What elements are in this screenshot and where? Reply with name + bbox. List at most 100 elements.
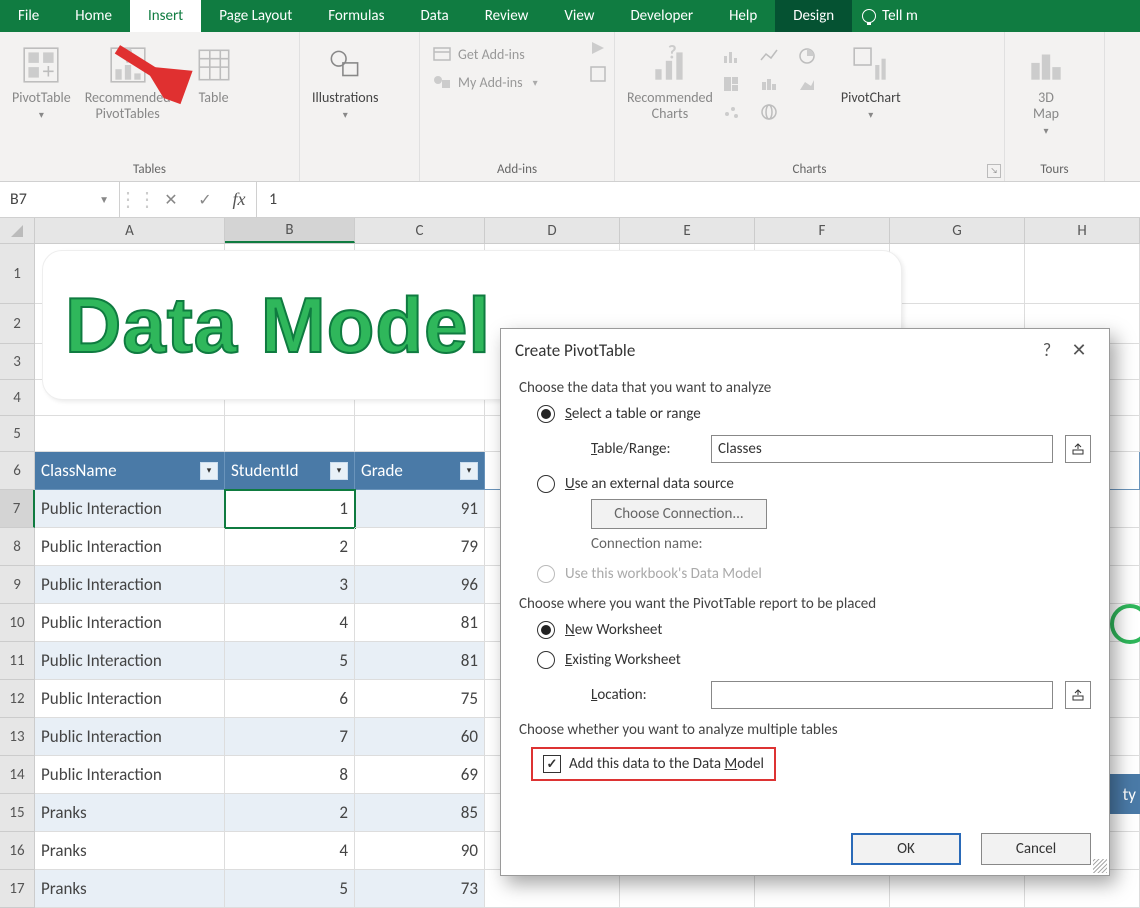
row-header[interactable]: 14 bbox=[0, 756, 35, 794]
cell[interactable]: 2 bbox=[225, 794, 355, 832]
cell[interactable]: 96 bbox=[355, 566, 485, 604]
help-button[interactable]: ? bbox=[1031, 339, 1063, 361]
cell[interactable] bbox=[1025, 244, 1140, 304]
bing-maps-icon[interactable] bbox=[588, 38, 608, 58]
enter-formula-button[interactable]: ✓ bbox=[188, 182, 222, 217]
cell[interactable]: 73 bbox=[355, 870, 485, 908]
tab-view[interactable]: View bbox=[546, 0, 612, 32]
cell[interactable]: 4 bbox=[225, 832, 355, 870]
table-header[interactable]: StudentId bbox=[225, 452, 355, 490]
row-header[interactable]: 16 bbox=[0, 832, 35, 870]
row-header[interactable]: 13 bbox=[0, 718, 35, 756]
scatter-chart-icon[interactable] bbox=[721, 102, 741, 122]
cancel-button[interactable]: Cancel bbox=[981, 833, 1091, 865]
resize-grip-icon[interactable] bbox=[1093, 859, 1107, 873]
tab-review[interactable]: Review bbox=[467, 0, 547, 32]
row-header[interactable]: 6 bbox=[0, 452, 35, 490]
cell[interactable]: 5 bbox=[225, 642, 355, 680]
close-button[interactable]: ✕ bbox=[1063, 339, 1095, 361]
illustrations-button[interactable]: Illustrations ▾ bbox=[306, 40, 385, 125]
cell[interactable]: Public Interaction bbox=[35, 718, 225, 756]
tab-home[interactable]: Home bbox=[57, 0, 130, 32]
filter-button[interactable] bbox=[460, 462, 478, 480]
cell[interactable]: 4 bbox=[225, 604, 355, 642]
col-header-c[interactable]: C bbox=[355, 218, 485, 243]
cell[interactable]: Pranks bbox=[35, 832, 225, 870]
cell[interactable]: 91 bbox=[355, 490, 485, 528]
cell[interactable]: 6 bbox=[225, 680, 355, 718]
my-addins-button[interactable]: My Add-ins ▾ bbox=[426, 68, 544, 96]
cell[interactable]: 75 bbox=[355, 680, 485, 718]
formula-input[interactable]: 1 bbox=[257, 190, 1140, 209]
cell[interactable]: 5 bbox=[225, 870, 355, 908]
insert-function-button[interactable]: fx bbox=[222, 182, 256, 217]
people-graph-icon[interactable] bbox=[588, 64, 608, 84]
row-header[interactable]: 4 bbox=[0, 380, 35, 416]
cell[interactable] bbox=[35, 416, 225, 452]
row-header[interactable]: 17 bbox=[0, 870, 35, 908]
location-input[interactable] bbox=[711, 681, 1053, 709]
row-header[interactable]: 2 bbox=[0, 304, 35, 344]
get-addins-button[interactable]: Get Add-ins bbox=[426, 40, 531, 68]
pivotchart-button[interactable]: PivotChart ▾ bbox=[835, 40, 907, 125]
row-header[interactable]: 12 bbox=[0, 680, 35, 718]
cell[interactable]: 60 bbox=[355, 718, 485, 756]
tab-help[interactable]: Help bbox=[711, 0, 775, 32]
col-header-e[interactable]: E bbox=[620, 218, 755, 243]
cell[interactable] bbox=[225, 416, 355, 452]
tab-insert[interactable]: Insert bbox=[130, 0, 201, 32]
function-gripper[interactable]: ⋮⋮ bbox=[120, 182, 154, 217]
collapse-dialog-button[interactable] bbox=[1065, 681, 1091, 709]
col-header-f[interactable]: F bbox=[755, 218, 890, 243]
cell[interactable]: Public Interaction bbox=[35, 604, 225, 642]
cell[interactable]: 69 bbox=[355, 756, 485, 794]
stats-chart-icon[interactable] bbox=[759, 74, 779, 94]
cell[interactable]: 90 bbox=[355, 832, 485, 870]
pivottable-button[interactable]: PivotTable ▾ bbox=[6, 40, 77, 125]
cell[interactable]: Pranks bbox=[35, 870, 225, 908]
tab-file[interactable]: File bbox=[0, 0, 57, 32]
row-header[interactable]: 5 bbox=[0, 416, 35, 452]
cancel-formula-button[interactable]: ✕ bbox=[154, 182, 188, 217]
row-header[interactable]: 7 bbox=[0, 490, 35, 528]
cell[interactable]: 7 bbox=[225, 718, 355, 756]
row-header[interactable]: 11 bbox=[0, 642, 35, 680]
charts-dialog-launcher[interactable]: ↘ bbox=[987, 164, 1001, 178]
external-source-radio[interactable]: Use an external data source bbox=[519, 469, 1091, 499]
filter-button[interactable] bbox=[330, 462, 348, 480]
tab-formulas[interactable]: Formulas bbox=[310, 0, 402, 32]
tab-developer[interactable]: Developer bbox=[612, 0, 711, 32]
tab-design[interactable]: Design bbox=[775, 0, 852, 32]
select-all-corner[interactable] bbox=[0, 218, 35, 243]
name-box[interactable]: B7 ▼ bbox=[0, 182, 120, 217]
new-worksheet-radio[interactable]: New Worksheet bbox=[519, 615, 1091, 645]
row-header[interactable]: 10 bbox=[0, 604, 35, 642]
cell[interactable]: Public Interaction bbox=[35, 490, 225, 528]
cell[interactable]: Public Interaction bbox=[35, 566, 225, 604]
tab-page-layout[interactable]: Page Layout bbox=[201, 0, 310, 32]
cell[interactable]: Public Interaction bbox=[35, 528, 225, 566]
3d-map-button[interactable]: 3D Map ▾ bbox=[1011, 40, 1081, 141]
cell[interactable]: 81 bbox=[355, 642, 485, 680]
cell[interactable] bbox=[890, 244, 1025, 304]
tab-data[interactable]: Data bbox=[402, 0, 466, 32]
collapse-dialog-button[interactable] bbox=[1065, 435, 1091, 463]
treemap-chart-icon[interactable] bbox=[721, 74, 741, 94]
row-header[interactable]: 9 bbox=[0, 566, 35, 604]
existing-worksheet-radio[interactable]: Existing Worksheet bbox=[519, 645, 1091, 675]
cell[interactable]: 3 bbox=[225, 566, 355, 604]
surface-chart-icon[interactable] bbox=[797, 74, 817, 94]
table-header[interactable]: Grade bbox=[355, 452, 485, 490]
cell[interactable]: Pranks bbox=[35, 794, 225, 832]
cell[interactable]: Public Interaction bbox=[35, 680, 225, 718]
cell[interactable]: 8 bbox=[225, 756, 355, 794]
cell[interactable]: Public Interaction bbox=[35, 642, 225, 680]
pie-chart-icon[interactable] bbox=[797, 46, 817, 66]
col-header-b[interactable]: B bbox=[225, 218, 355, 243]
row-header[interactable]: 1 bbox=[0, 244, 35, 304]
col-header-g[interactable]: G bbox=[890, 218, 1025, 243]
col-header-a[interactable]: A bbox=[35, 218, 225, 243]
line-chart-icon[interactable] bbox=[759, 46, 779, 66]
ok-button[interactable]: OK bbox=[851, 833, 961, 865]
cell[interactable]: 79 bbox=[355, 528, 485, 566]
